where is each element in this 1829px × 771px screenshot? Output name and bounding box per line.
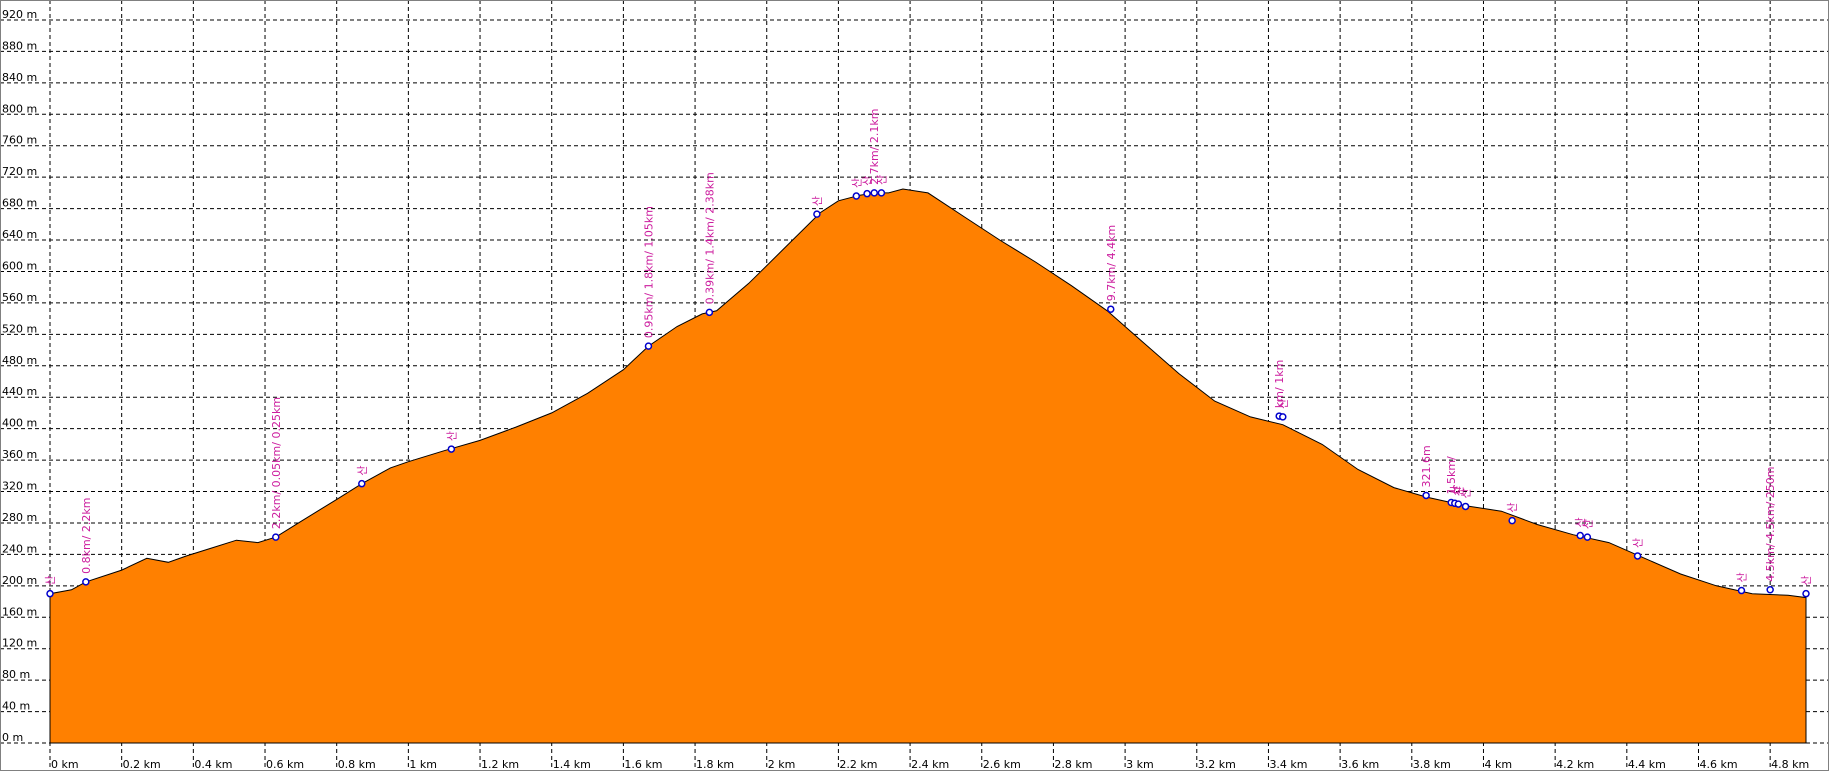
x-tick-label: 3.8 km (1413, 758, 1451, 771)
waypoint-marker (358, 479, 366, 488)
waypoint-label: 산 (44, 576, 57, 586)
waypoint-label: 산 (1506, 502, 1519, 512)
waypoint-marker (1422, 491, 1430, 500)
waypoint-label: 산 (1800, 576, 1813, 586)
x-tick-label: 4.8 km (1771, 758, 1809, 771)
waypoint-label: 2.2km/ 0.05km/ 0.25km (270, 397, 283, 529)
y-tick-label: 520 m (2, 322, 37, 335)
waypoint-label: 산 (445, 431, 458, 441)
y-tick-label: 40 m (2, 700, 30, 713)
waypoint-marker (1633, 552, 1642, 560)
waypoint-marker (1461, 502, 1470, 511)
y-tick-label: 0 m (2, 731, 23, 744)
waypoint-marker (705, 308, 714, 317)
y-tick-label: 280 m (2, 511, 37, 524)
waypoint-marker (82, 578, 90, 586)
x-tick-label: 3.4 km (1269, 758, 1307, 771)
y-tick-label: 360 m (2, 448, 37, 461)
waypoint-label: 산 (1735, 572, 1748, 582)
waypoint-marker (1802, 589, 1810, 598)
waypoint-marker (1107, 305, 1115, 313)
waypoint-marker (1583, 533, 1592, 541)
waypoint-marker (1508, 516, 1516, 525)
waypoint-label: 산 (356, 466, 369, 476)
x-tick-label: 4.2 km (1556, 758, 1594, 771)
waypoint-marker (870, 189, 878, 197)
x-tick-label: 1 km (409, 758, 437, 771)
waypoint-label: 산 (1581, 519, 1594, 529)
waypoint-marker (1279, 413, 1287, 421)
waypoint-label: 산 (811, 196, 824, 206)
x-tick-label: 0.4 km (194, 758, 232, 771)
y-tick-label: 760 m (2, 134, 37, 147)
waypoint-marker (852, 192, 861, 200)
x-tick-label: 3.6 km (1341, 758, 1379, 771)
y-tick-label: 560 m (2, 291, 37, 304)
waypoint-label: 산 (1460, 488, 1473, 498)
x-tick-label: 0.8 km (338, 758, 376, 771)
waypoint-label: 321.6m (1420, 445, 1433, 487)
y-tick-label: 840 m (2, 71, 37, 84)
waypoint-marker (1454, 500, 1463, 508)
x-tick-label: 1.8 km (696, 758, 734, 771)
y-tick-label: 920 m (2, 8, 37, 21)
waypoint-marker (813, 210, 821, 218)
waypoint-label: 2.7km/ 2.1km (868, 109, 881, 185)
waypoint-label: 산 (1632, 538, 1645, 548)
y-tick-label: 680 m (2, 197, 37, 210)
waypoint-marker (447, 445, 456, 453)
y-tick-label: 200 m (2, 574, 37, 587)
waypoint-marker (877, 189, 886, 197)
x-tick-label: 2.2 km (839, 758, 877, 771)
x-tick-label: 3 km (1126, 758, 1154, 771)
y-tick-label: 480 m (2, 354, 37, 367)
waypoint-label: 산 (1277, 399, 1290, 409)
y-tick-label: 440 m (2, 385, 37, 398)
y-tick-label: 160 m (2, 605, 37, 618)
elevation-profile-chart: 산0.8km/ 2.2km2.2km/ 0.05km/ 0.25km 산산0.95… (0, 0, 1829, 771)
y-tick-label: 880 m (2, 39, 37, 52)
x-tick-label: 3.2 km (1198, 758, 1236, 771)
y-tick-label: 600 m (2, 259, 37, 272)
y-tick-label: 400 m (2, 417, 37, 430)
y-tick-label: 240 m (2, 542, 37, 555)
waypoint-marker (1576, 531, 1584, 540)
waypoint-marker (46, 589, 54, 598)
waypoint-label: 9.7km/ 4.4km (1105, 225, 1118, 301)
y-tick-label: 120 m (2, 637, 37, 650)
x-tick-label: 1.4 km (553, 758, 591, 771)
x-tick-label: 2.6 km (983, 758, 1021, 771)
waypoint-label: 4.5km/ 4.5km/ 250m (1764, 466, 1777, 581)
x-tick-label: 1.2 km (481, 758, 519, 771)
x-tick-label: 1.6 km (624, 758, 662, 771)
x-tick-label: 2 km (768, 758, 796, 771)
y-tick-label: 640 m (2, 228, 37, 241)
x-tick-label: 2.8 km (1054, 758, 1092, 771)
y-tick-label: 80 m (2, 668, 30, 681)
x-tick-label: 0.6 km (266, 758, 304, 771)
x-tick-label: 0 km (51, 758, 79, 771)
x-tick-label: 2.4 km (911, 758, 949, 771)
waypoint-marker (272, 533, 280, 541)
waypoint-marker (644, 342, 653, 350)
waypoint-marker (863, 189, 871, 198)
waypoint-label: 0.39km/ 1.4km/ 2.38km (703, 172, 716, 304)
waypoint-label: 산 (875, 175, 888, 185)
x-tick-label: 4.6 km (1699, 758, 1737, 771)
waypoint-label: 0.95km/ 1.8km/ 1.05km (642, 206, 655, 338)
waypoint-label: 0.8km/ 2.2km (80, 498, 93, 574)
waypoint-marker (1766, 586, 1774, 594)
waypoint-marker (1737, 586, 1746, 595)
y-tick-label: 720 m (2, 165, 37, 178)
y-tick-label: 320 m (2, 480, 37, 493)
x-tick-label: 4.4 km (1628, 758, 1666, 771)
x-tick-label: 4 km (1484, 758, 1512, 771)
x-tick-label: 0.2 km (123, 758, 161, 771)
y-tick-label: 800 m (2, 102, 37, 115)
